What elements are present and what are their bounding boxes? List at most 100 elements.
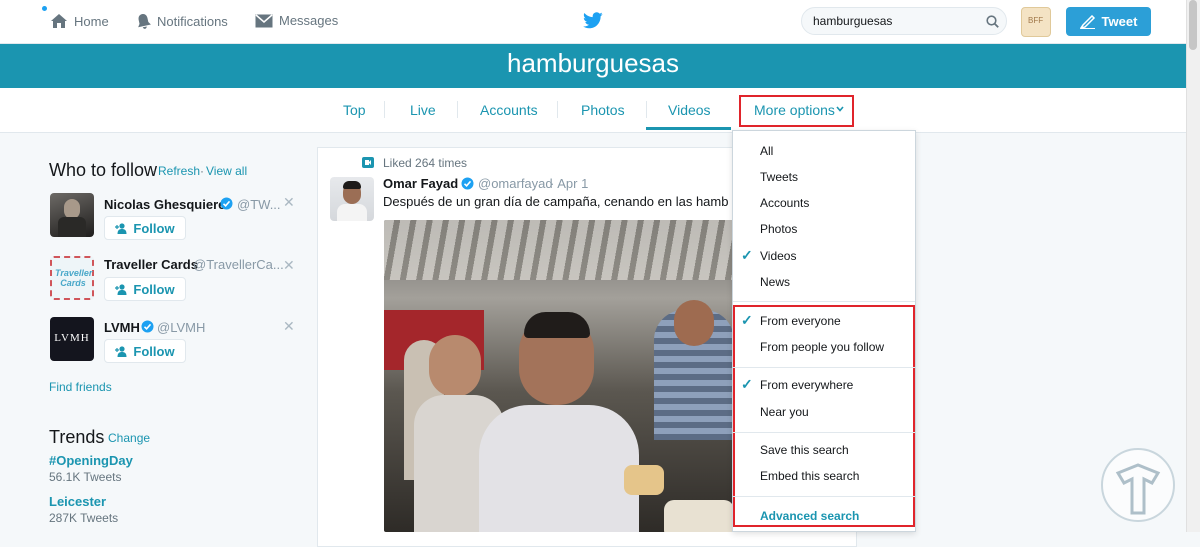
liked-context-icon bbox=[362, 157, 374, 168]
avatar[interactable]: Traveller Cards bbox=[50, 256, 94, 300]
nav-messages[interactable]: Messages bbox=[255, 13, 338, 28]
dropdown-item-from-people-you-follow[interactable]: From people you follow bbox=[760, 340, 884, 354]
dropdown-item-videos[interactable]: Videos bbox=[760, 249, 796, 263]
avatar-text: BFF bbox=[1028, 16, 1044, 25]
follow-button[interactable]: Follow bbox=[104, 216, 186, 240]
verified-badge-icon bbox=[461, 177, 474, 190]
search-input[interactable] bbox=[813, 14, 973, 28]
dismiss-x-icon[interactable]: ✕ bbox=[283, 194, 295, 211]
who-to-follow-title: Who to follow bbox=[49, 160, 158, 180]
tweet-author-name[interactable]: Omar Fayad bbox=[383, 176, 458, 191]
envelope-icon bbox=[255, 13, 273, 27]
tab-live[interactable]: Live bbox=[410, 102, 436, 118]
tab-more-options[interactable]: More options bbox=[754, 102, 835, 118]
change-trends-link[interactable]: Change bbox=[108, 431, 150, 445]
separator-dot: · bbox=[152, 164, 156, 178]
tweet-button[interactable]: Tweet bbox=[1066, 7, 1151, 36]
traveller-logo-text: Traveller Cards bbox=[55, 268, 93, 288]
dropdown-divider bbox=[733, 367, 915, 368]
dropdown-item-save-search[interactable]: Save this search bbox=[760, 443, 849, 457]
tweet-button-label: Tweet bbox=[1101, 14, 1138, 29]
nav-messages-label: Messages bbox=[279, 13, 339, 28]
trend-item[interactable]: #OpeningDay bbox=[49, 453, 133, 468]
unread-dot bbox=[42, 6, 47, 11]
nav-notifications-label: Notifications bbox=[157, 13, 228, 29]
follow-label: Follow bbox=[133, 343, 175, 359]
checkmark-icon: ✓ bbox=[741, 247, 753, 263]
tab-accounts[interactable]: Accounts bbox=[480, 102, 538, 118]
tweet-photo[interactable] bbox=[384, 220, 736, 532]
chevron-down-icon bbox=[836, 106, 844, 112]
avatar[interactable]: LVMH bbox=[50, 317, 94, 361]
tab-divider bbox=[384, 101, 385, 118]
dropdown-item-all[interactable]: All bbox=[760, 144, 773, 158]
trends-title: Trends bbox=[49, 427, 105, 447]
dismiss-x-icon[interactable]: ✕ bbox=[283, 318, 295, 335]
follow-button[interactable]: Follow bbox=[104, 339, 186, 363]
dropdown-item-accounts[interactable]: Accounts bbox=[760, 196, 809, 210]
compose-icon bbox=[1079, 14, 1095, 29]
dropdown-item-embed-search[interactable]: Embed this search bbox=[760, 469, 859, 483]
page-title: hamburguesas bbox=[507, 48, 679, 78]
follow-label: Follow bbox=[133, 220, 175, 236]
suggestion-name[interactable]: Traveller Cards bbox=[104, 257, 198, 272]
watermark-logo-icon bbox=[1101, 448, 1175, 522]
suggestion-name[interactable]: LVMH bbox=[104, 320, 140, 335]
dropdown-item-from-everywhere[interactable]: From everywhere bbox=[760, 378, 853, 392]
view-all-link[interactable]: View all bbox=[206, 164, 247, 178]
refresh-link[interactable]: Refresh bbox=[158, 164, 200, 178]
dropdown-divider bbox=[733, 496, 915, 497]
follow-person-icon bbox=[115, 283, 127, 295]
suggestion-handle: @TravellerCa... bbox=[193, 257, 284, 272]
tab-divider bbox=[646, 101, 647, 118]
dropdown-item-from-everyone[interactable]: From everyone bbox=[760, 314, 841, 328]
search-icon[interactable] bbox=[986, 15, 999, 28]
lvmh-logo-text: LVMH bbox=[54, 332, 90, 344]
tab-photos[interactable]: Photos bbox=[581, 102, 625, 118]
twitter-bird-icon[interactable] bbox=[583, 12, 603, 29]
dropdown-item-near-you[interactable]: Near you bbox=[760, 405, 809, 419]
tab-videos[interactable]: Videos bbox=[668, 102, 711, 118]
tweet-context: Liked 264 times bbox=[383, 156, 468, 170]
tab-divider bbox=[457, 101, 458, 118]
follow-label: Follow bbox=[133, 281, 175, 297]
tweet-avatar[interactable] bbox=[330, 177, 374, 221]
verified-badge-icon bbox=[220, 197, 233, 210]
suggestion-handle: @TW... bbox=[237, 197, 281, 212]
dropdown-divider bbox=[733, 432, 915, 433]
search-box[interactable] bbox=[801, 7, 1007, 35]
dropdown-divider bbox=[733, 301, 915, 302]
checkmark-icon: ✓ bbox=[741, 376, 753, 392]
bell-icon bbox=[138, 14, 151, 29]
dismiss-x-icon[interactable]: ✕ bbox=[283, 257, 295, 274]
nav-home-label: Home bbox=[74, 13, 109, 29]
find-friends-link[interactable]: Find friends bbox=[49, 380, 112, 394]
follow-person-icon bbox=[115, 222, 127, 234]
nav-notifications[interactable]: Notifications bbox=[136, 13, 228, 29]
separator-dot: · bbox=[101, 431, 105, 445]
scrollbar[interactable] bbox=[1186, 0, 1200, 532]
user-avatar[interactable]: BFF bbox=[1021, 7, 1051, 37]
tab-divider bbox=[557, 101, 558, 118]
checkmark-icon: ✓ bbox=[741, 312, 753, 328]
scrollbar-thumb[interactable] bbox=[1189, 0, 1197, 50]
dropdown-item-photos[interactable]: Photos bbox=[760, 222, 797, 236]
suggestion-name[interactable]: Nicolas Ghesquiere bbox=[104, 197, 225, 212]
trend-count: 287K Tweets bbox=[49, 511, 119, 525]
tweet-timestamp[interactable]: · Apr 1 bbox=[550, 176, 588, 191]
follow-button[interactable]: Follow bbox=[104, 277, 186, 301]
home-icon bbox=[51, 14, 67, 28]
active-tab-indicator bbox=[646, 127, 731, 130]
avatar[interactable] bbox=[50, 193, 94, 237]
trend-count: 56.1K Tweets bbox=[49, 470, 122, 484]
dropdown-item-tweets[interactable]: Tweets bbox=[760, 170, 798, 184]
dropdown-item-news[interactable]: News bbox=[760, 275, 790, 289]
follow-person-icon bbox=[115, 345, 127, 357]
suggestion-handle: @LVMH bbox=[157, 320, 206, 335]
tweet-text: Después de un gran día de campaña, cenan… bbox=[383, 194, 729, 209]
trend-item[interactable]: Leicester bbox=[49, 494, 106, 509]
tab-top[interactable]: Top bbox=[343, 102, 366, 118]
dropdown-item-advanced-search[interactable]: Advanced search bbox=[760, 509, 859, 523]
tweet-author-handle[interactable]: @omarfayad bbox=[478, 176, 553, 191]
nav-home[interactable]: Home bbox=[50, 13, 109, 29]
